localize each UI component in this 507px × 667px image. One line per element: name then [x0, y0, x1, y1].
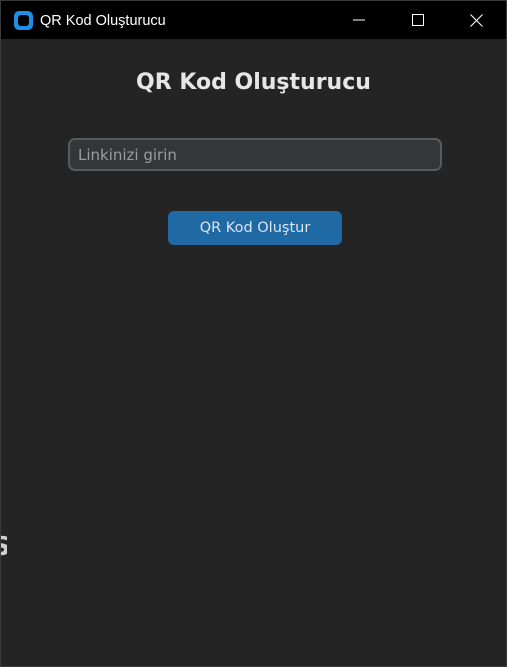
close-icon — [469, 13, 483, 27]
app-icon — [14, 11, 33, 30]
title-bar[interactable]: QR Kod Oluşturucu — [1, 1, 506, 39]
link-input[interactable] — [68, 138, 442, 171]
close-button[interactable] — [448, 1, 504, 39]
edge-text-fragment: S — [1, 532, 7, 562]
main-content: QR Kod Oluşturucu QR Kod Oluştur S — [1, 39, 506, 666]
edge-text-glyph: S — [1, 532, 7, 562]
app-window: QR Kod Oluşturucu QR Kod Oluşturucu QR K… — [0, 0, 507, 667]
minimize-button[interactable] — [331, 1, 387, 39]
maximize-button[interactable] — [390, 1, 446, 39]
maximize-icon — [412, 14, 424, 26]
window-title: QR Kod Oluşturucu — [40, 13, 166, 29]
generate-qr-button[interactable]: QR Kod Oluştur — [168, 211, 342, 245]
minimize-icon — [353, 19, 365, 21]
page-title: QR Kod Oluşturucu — [136, 70, 371, 95]
